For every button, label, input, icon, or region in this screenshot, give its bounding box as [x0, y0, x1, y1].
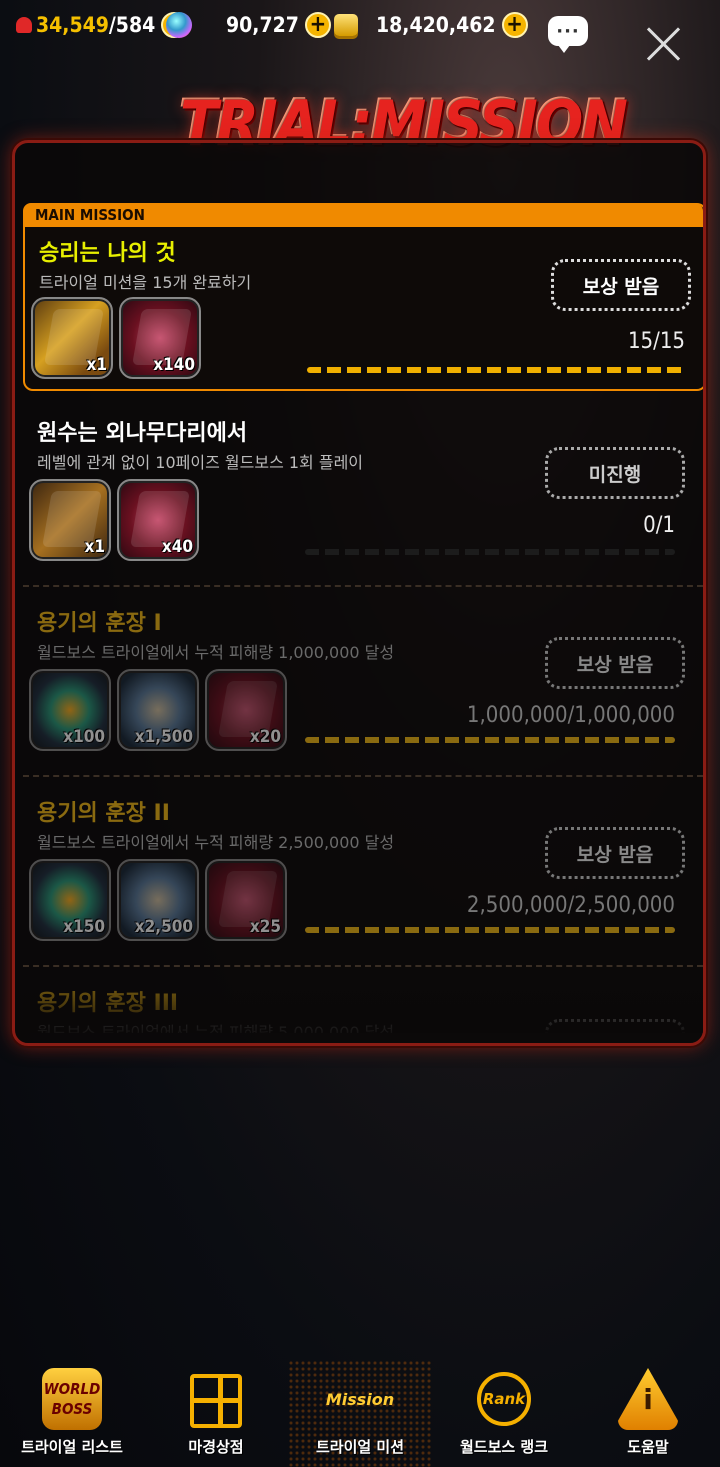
nav-help[interactable]: i 도움말 — [576, 1360, 720, 1467]
nav-trial-mission[interactable]: Mission 트라이얼 미션 — [288, 1360, 432, 1467]
nav-trial-list[interactable]: WORLD BOSS 트라이얼 리스트 — [0, 1360, 144, 1467]
nav-world-boss-rank[interactable]: Rank 월드보스 랭크 — [432, 1360, 576, 1467]
stamina-value: 34,549 — [36, 13, 109, 37]
add-gold-button[interactable]: + — [501, 12, 528, 38]
medal-icon: x1,500 — [117, 669, 199, 751]
stamina-max: /584 — [108, 13, 156, 37]
gold-coin-icon — [334, 14, 358, 36]
bottom-nav: WORLD BOSS 트라이얼 리스트 마경상점 Mission 트라이얼 미션… — [0, 1360, 720, 1467]
mission-list[interactable]: MAIN MISSION 승리는 나의 것 트라이얼 미션을 15개 완료하기 … — [23, 203, 703, 1033]
claim-reward-button[interactable]: 보상 받음 — [551, 259, 691, 311]
medal-icon: x2,500 — [117, 859, 199, 941]
reward-list: x1 x40 — [29, 479, 199, 561]
mission-title: 용기의 훈장 II — [37, 801, 170, 826]
mission-description: 월드보스 트라이얼에서 누적 피해량 5,000,000 달성 — [37, 1023, 395, 1033]
mission-star-icon: Mission — [325, 1389, 395, 1409]
card-pack-icon: x1 — [31, 297, 113, 379]
mission-item: 용기의 훈장 I 월드보스 트라이얼에서 누적 피해량 1,000,000 달성… — [23, 587, 703, 777]
nav-label: 트라이얼 리스트 — [21, 1438, 123, 1456]
mission-description: 레벨에 관계 없이 10페이즈 월드보스 1회 플레이 — [37, 453, 364, 472]
nav-label: 월드보스 랭크 — [459, 1438, 549, 1456]
claim-reward-button[interactable]: 보상 받음 — [545, 637, 685, 689]
world-boss-icon: WORLD BOSS — [42, 1368, 102, 1430]
progress-bar — [305, 927, 675, 933]
mission-progress: 1,000,000/1,000,000 — [466, 703, 675, 728]
nav-label: 트라이얼 미션 — [315, 1438, 405, 1456]
close-icon[interactable] — [644, 24, 684, 64]
currency-bar: 34,549 /584 + 90,727 + 18,420,462 + ··· — [0, 6, 720, 53]
gem-icon: x150 — [29, 859, 111, 941]
ticket-icon: x40 — [117, 479, 199, 561]
gem-value: 90,727 — [226, 13, 299, 37]
mission-panel: MAIN MISSION 승리는 나의 것 트라이얼 미션을 15개 완료하기 … — [12, 140, 706, 1046]
mission-progress: 15/15 — [627, 329, 685, 354]
ticket-icon: x20 — [205, 669, 287, 751]
mission-description: 트라이얼 미션을 15개 완료하기 — [39, 273, 252, 292]
mission-main: MAIN MISSION 승리는 나의 것 트라이얼 미션을 15개 완료하기 … — [23, 203, 703, 391]
gift-icon — [190, 1374, 242, 1428]
chat-icon[interactable]: ··· — [548, 16, 588, 53]
nav-shop[interactable]: 마경상점 — [144, 1360, 288, 1467]
reward-list: x100 x1,500 x20 — [29, 669, 287, 751]
reward-list: x1 x140 — [31, 297, 201, 379]
card-pack-icon: x1 — [29, 479, 111, 561]
claim-reward-button[interactable]: 보상 받음 — [545, 827, 685, 879]
mission-item: 용기의 훈장 III 월드보스 트라이얼에서 누적 피해량 5,000,000 … — [23, 967, 703, 1033]
progress-bar — [305, 737, 675, 743]
gem-counter: 90,727 + — [166, 8, 331, 42]
gem-icon — [166, 12, 192, 38]
stamina-counter: 34,549 /584 + — [16, 8, 188, 42]
progress-bar — [305, 549, 675, 555]
info-icon: i — [618, 1368, 678, 1430]
heart-icon — [16, 17, 32, 33]
mission-description: 월드보스 트라이얼에서 누적 피해량 2,500,000 달성 — [37, 833, 395, 852]
ticket-icon: x140 — [119, 297, 201, 379]
add-gems-button[interactable]: + — [304, 12, 331, 38]
mission-title: 용기의 훈장 I — [37, 611, 162, 636]
mission-item: 원수는 외나무다리에서 레벨에 관계 없이 10페이즈 월드보스 1회 플레이 … — [23, 397, 703, 587]
not-started-button[interactable]: 미진행 — [545, 447, 685, 499]
mission-description: 월드보스 트라이얼에서 누적 피해량 1,000,000 달성 — [37, 643, 395, 662]
mission-progress: 0/1 — [643, 513, 675, 538]
main-mission-tag: MAIN MISSION — [23, 203, 703, 227]
mission-item: 용기의 훈장 II 월드보스 트라이얼에서 누적 피해량 2,500,000 달… — [23, 777, 703, 967]
claim-reward-button[interactable] — [545, 1019, 685, 1033]
progress-bar — [307, 367, 687, 373]
mission-title: 승리는 나의 것 — [39, 241, 176, 266]
ticket-icon: x25 — [205, 859, 287, 941]
nav-label: 마경상점 — [188, 1438, 244, 1456]
gold-value: 18,420,462 — [376, 13, 496, 37]
mission-progress: 2,500,000/2,500,000 — [466, 893, 675, 918]
reward-list: x150 x2,500 x25 — [29, 859, 287, 941]
mission-title: 원수는 외나무다리에서 — [37, 421, 248, 446]
gold-counter: 18,420,462 + — [334, 8, 528, 42]
mission-title: 용기의 훈장 III — [37, 991, 179, 1016]
rank-globe-icon: Rank — [477, 1372, 531, 1426]
nav-label: 도움말 — [627, 1438, 669, 1456]
gem-icon: x100 — [29, 669, 111, 751]
